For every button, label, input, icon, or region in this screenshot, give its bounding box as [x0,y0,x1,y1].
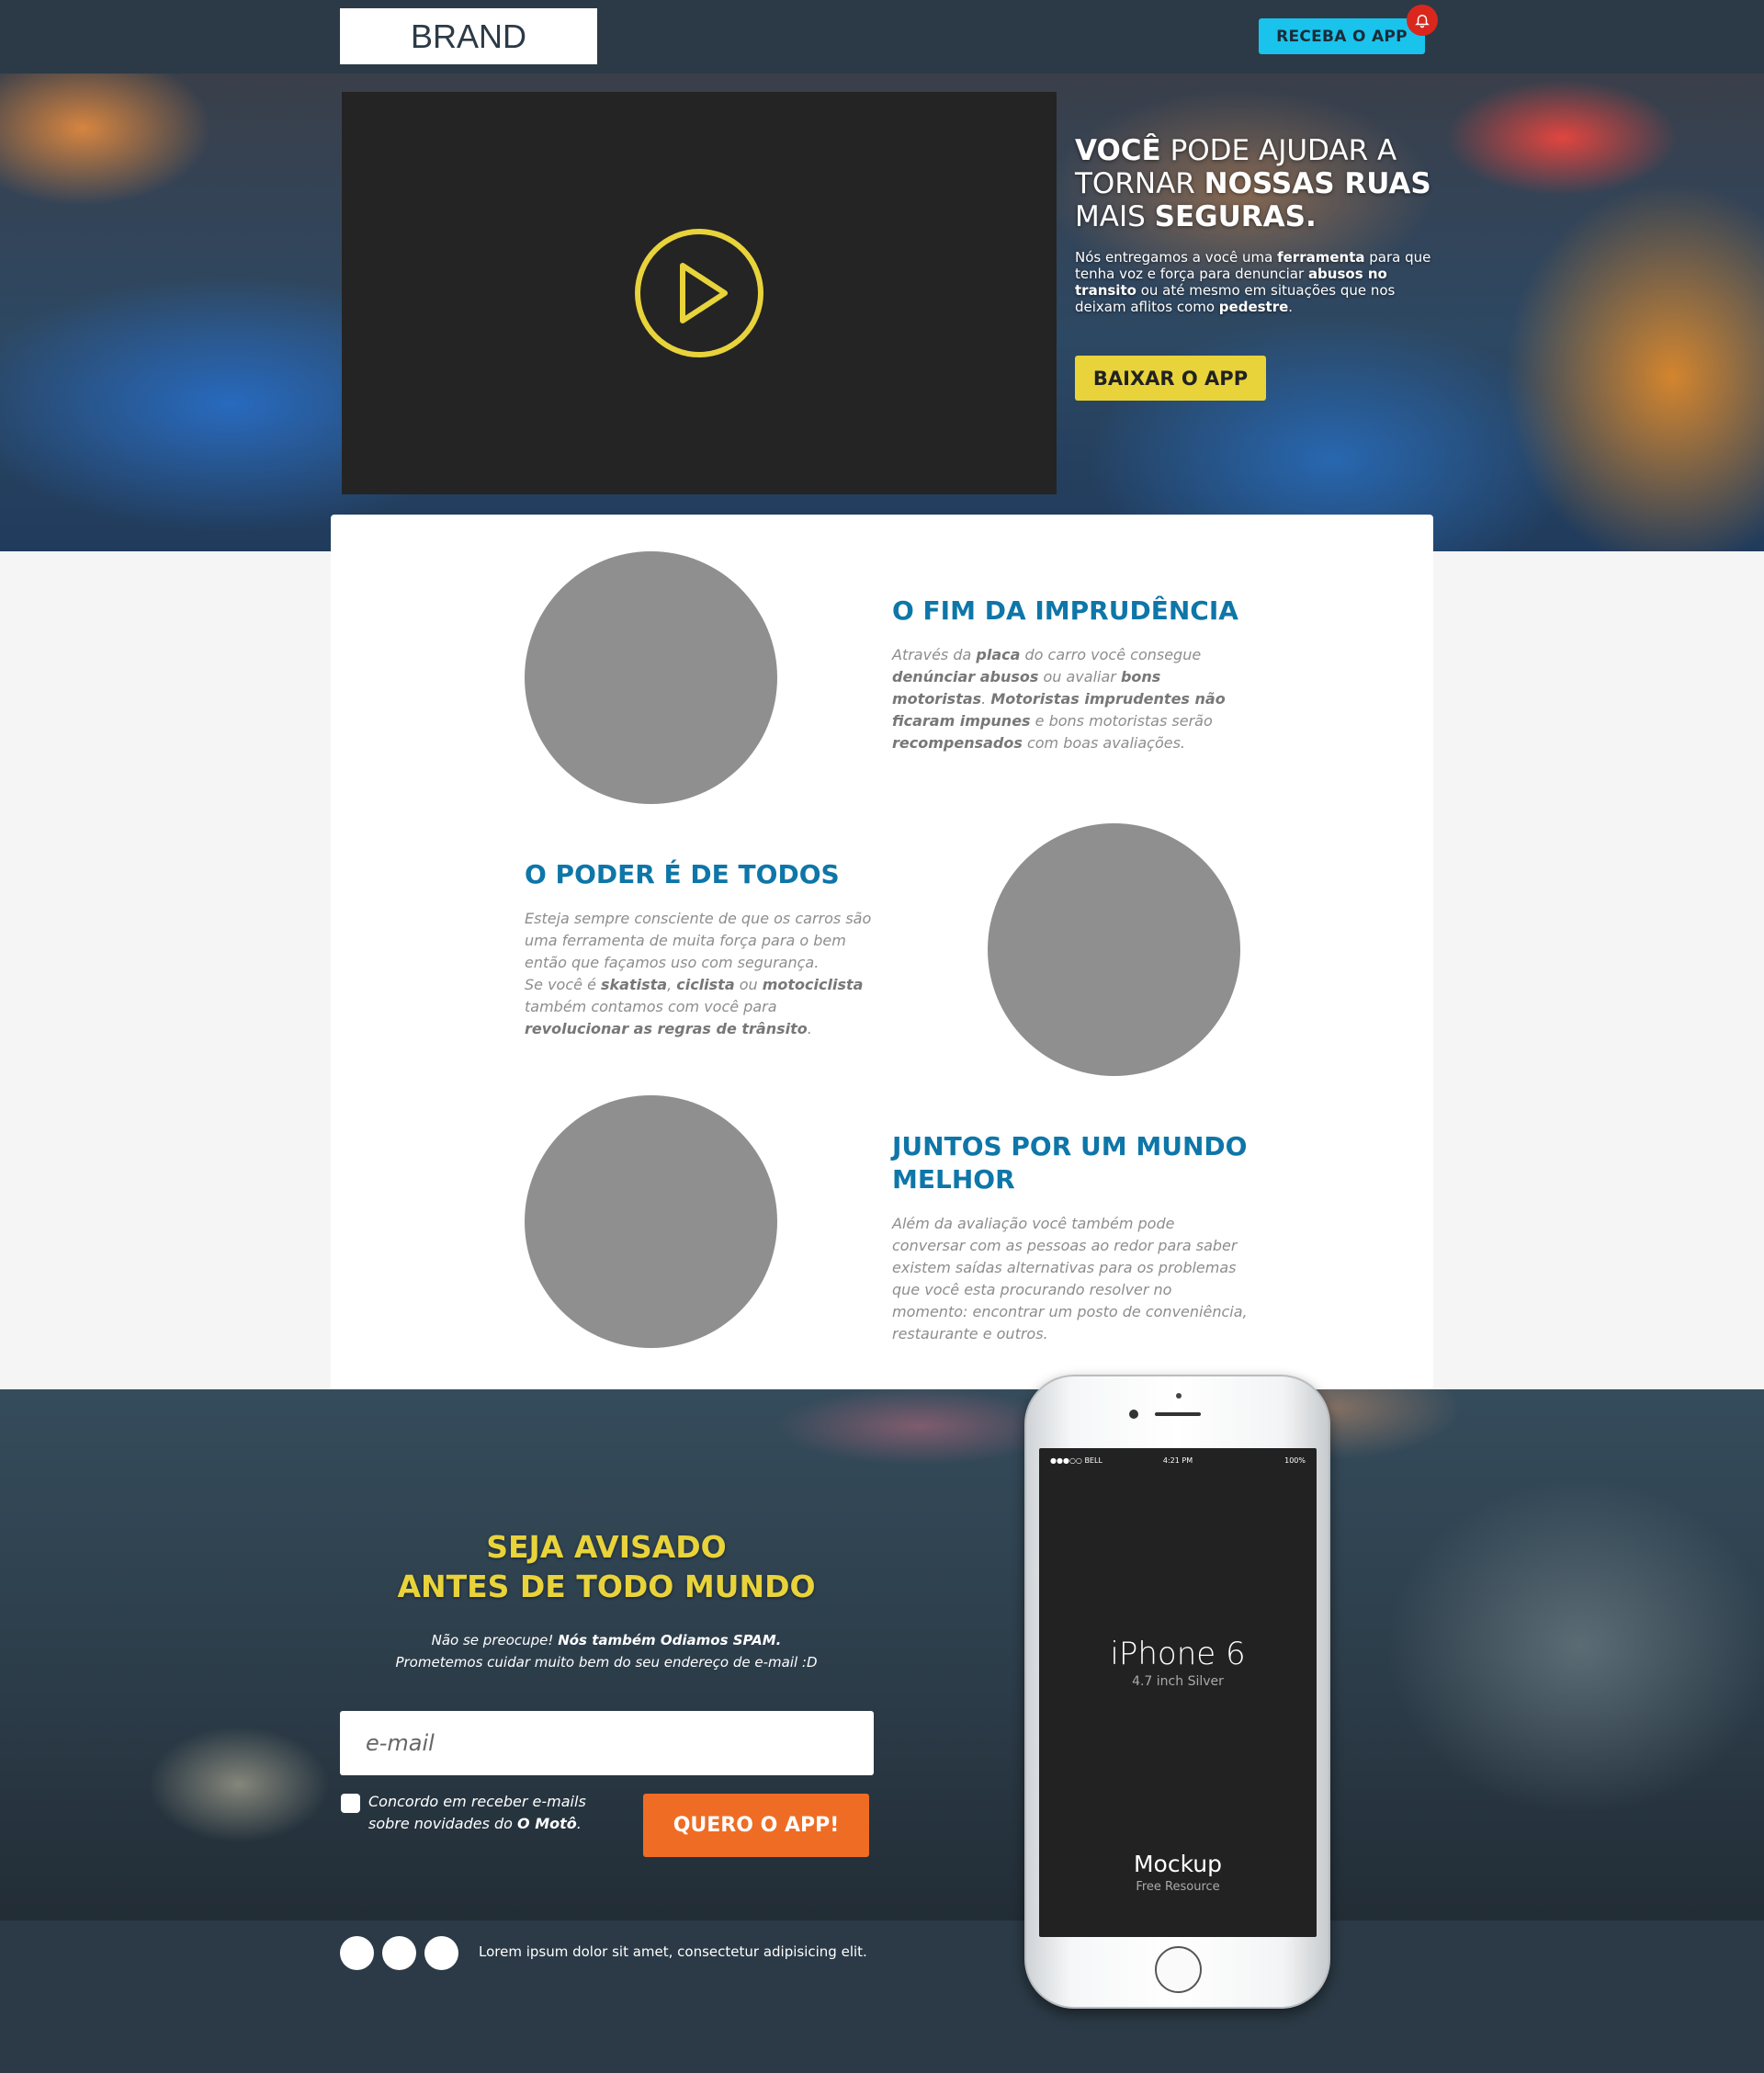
phone-speaker [1155,1412,1201,1416]
signup-title: SEJA AVISADO ANTES DE TODO MUNDO [397,1529,816,1604]
mockup-title: Mockup [1133,1851,1223,1877]
status-battery: 100% [1284,1456,1306,1465]
hero-description: Nós entregamos a você uma ferramenta par… [1075,249,1431,315]
footer-text: Lorem ipsum dolor sit amet, consectetur … [479,1943,867,1960]
social-icon[interactable] [340,1936,374,1970]
feature-text-3: Além da avaliação você também pode conve… [892,1215,1248,1342]
phone-mockup: ●●●○○ BELL 4:21 PM 100% iPhone 6 4.7 inc… [1024,1375,1330,2009]
agree-label: Concordo em receber e-mails sobre novida… [368,1793,586,1832]
feature-title-1: O FIM DA IMPRUDÊNCIA [892,595,1238,626]
site-header: BRAND RECEBA O APP [0,0,1764,74]
signup-note: Não se preocupe! Nós também Odiamos SPAM… [395,1632,818,1671]
phone-model: iPhone 6 [1110,1636,1246,1672]
feature-image-3 [525,1095,777,1348]
phone-sensor [1176,1393,1182,1399]
mockup-subtitle: Free Resource [1136,1880,1220,1894]
signup-section: SEJA AVISADO ANTES DE TODO MUNDO Não se … [0,1389,1764,1920]
email-input[interactable] [340,1711,874,1775]
home-button [1155,1946,1202,1993]
social-icon[interactable] [382,1936,416,1970]
feature-title-2: O PODER É DE TODOS [525,859,840,889]
bell-icon[interactable] [1407,5,1438,36]
social-icon[interactable] [424,1936,458,1970]
brand-logo[interactable]: BRAND [340,8,597,64]
phone-screen: ●●●○○ BELL 4:21 PM 100% iPhone 6 4.7 inc… [1039,1448,1317,1937]
feature-image-1 [525,551,777,804]
features-panel: O FIM DA IMPRUDÊNCIA Através da placa do… [331,515,1433,1389]
want-app-button[interactable]: QUERO O APP! [643,1794,869,1857]
site-footer: Lorem ipsum dolor sit amet, consectetur … [0,1920,1764,2073]
feature-title-3: JUNTOS POR UM MUNDO MELHOR [892,1131,1248,1195]
hero-title: VOCÊ PODE AJUDAR A TORNAR NOSSAS RUAS MA… [1075,134,1431,233]
video-player[interactable] [342,92,1057,494]
phone-model-sub: 4.7 inch Silver [1132,1674,1224,1689]
feature-text-1: Através da placa do carro você consegue … [892,646,1226,752]
feature-image-2 [988,823,1240,1076]
agree-checkbox[interactable] [341,1794,360,1813]
download-app-button[interactable]: BAIXAR O APP [1075,356,1266,401]
hero-section: VOCÊ PODE AJUDAR A TORNAR NOSSAS RUAS MA… [0,74,1764,551]
phone-camera [1129,1410,1138,1419]
feature-text-2: Esteja sempre consciente de que os carro… [525,910,872,1037]
play-icon[interactable] [633,227,765,359]
status-time: 4:21 PM [1162,1456,1193,1465]
get-app-button[interactable]: RECEBA O APP [1259,18,1425,54]
